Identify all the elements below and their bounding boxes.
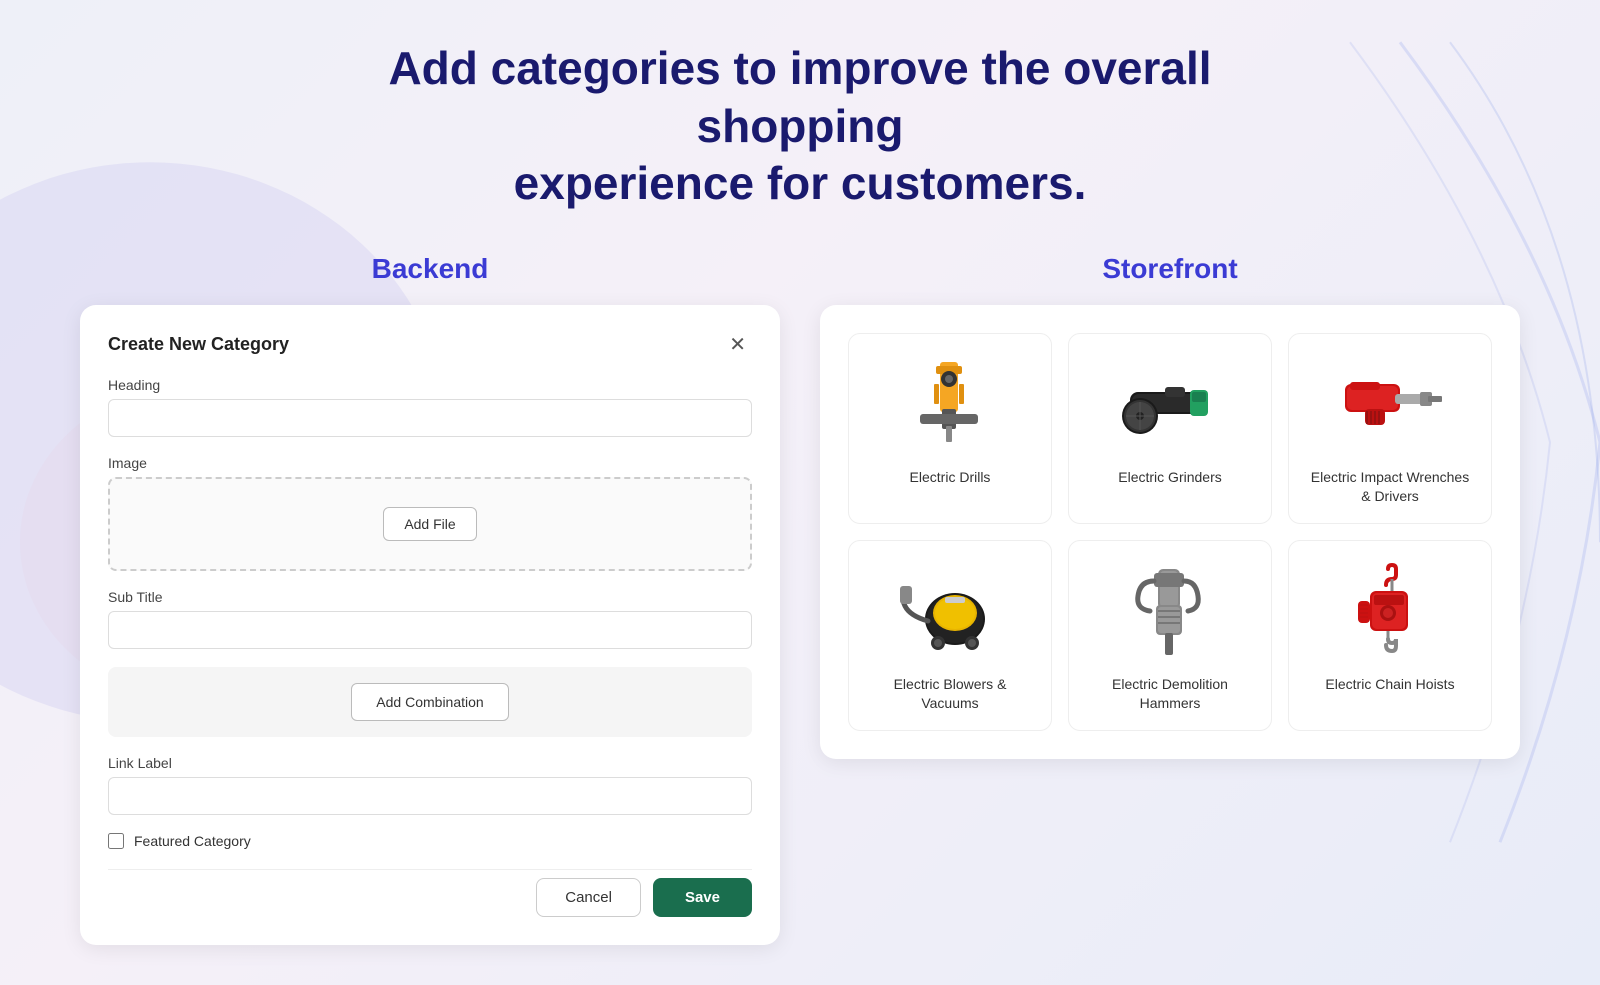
category-card-electric-grinders[interactable]: Electric Grinders	[1068, 333, 1272, 524]
page-title: Add categories to improve the overall sh…	[350, 40, 1250, 213]
subtitle-group: Sub Title	[108, 589, 752, 649]
heading-group: Heading	[108, 377, 752, 437]
storefront-label: Storefront	[820, 253, 1520, 285]
backend-column: Backend Create New Category ✕ Heading Im…	[80, 253, 780, 945]
link-label-input[interactable]	[108, 777, 752, 815]
category-card-electric-blowers[interactable]: Electric Blowers & Vacuums	[848, 540, 1052, 731]
featured-category-checkbox[interactable]	[108, 833, 124, 849]
panel-header: Create New Category ✕	[108, 333, 752, 357]
category-image-wrench	[1330, 354, 1450, 454]
create-category-panel: Create New Category ✕ Heading Image Add …	[80, 305, 780, 945]
combination-area: Add Combination	[108, 667, 752, 737]
image-group: Image Add File	[108, 455, 752, 571]
cancel-button[interactable]: Cancel	[536, 878, 641, 917]
category-image-grinder	[1110, 354, 1230, 454]
category-name-electric-impact-wrenches: Electric Impact Wrenches & Drivers	[1305, 468, 1475, 507]
featured-category-label: Featured Category	[134, 833, 251, 849]
category-name-electric-demolition-hammers: Electric Demolition Hammers	[1085, 675, 1255, 714]
add-combination-button[interactable]: Add Combination	[351, 683, 508, 721]
image-upload-area[interactable]: Add File	[108, 477, 752, 571]
link-label-group: Link Label	[108, 755, 752, 815]
category-image-vacuum	[890, 561, 1010, 661]
panel-title: Create New Category	[108, 334, 289, 355]
category-image-drill	[890, 354, 1010, 454]
close-button[interactable]: ✕	[723, 333, 752, 357]
add-file-button[interactable]: Add File	[383, 507, 476, 541]
category-image-hoist	[1330, 561, 1450, 661]
category-name-electric-chain-hoists: Electric Chain Hoists	[1325, 675, 1454, 695]
category-card-electric-impact-wrenches[interactable]: Electric Impact Wrenches & Drivers	[1288, 333, 1492, 524]
category-card-electric-drills[interactable]: Electric Drills	[848, 333, 1052, 524]
form-actions: Cancel Save	[108, 869, 752, 917]
subtitle-input[interactable]	[108, 611, 752, 649]
storefront-column: Storefront	[820, 253, 1520, 759]
backend-label: Backend	[80, 253, 780, 285]
heading-input[interactable]	[108, 399, 752, 437]
link-label-label: Link Label	[108, 755, 752, 771]
image-label: Image	[108, 455, 752, 471]
subtitle-label: Sub Title	[108, 589, 752, 605]
category-grid: Electric Drills	[848, 333, 1492, 731]
category-name-electric-drills: Electric Drills	[910, 468, 991, 488]
category-card-electric-demolition-hammers[interactable]: Electric Demolition Hammers	[1068, 540, 1272, 731]
category-name-electric-grinders: Electric Grinders	[1118, 468, 1221, 488]
save-button[interactable]: Save	[653, 878, 752, 917]
featured-category-row: Featured Category	[108, 833, 752, 849]
heading-label: Heading	[108, 377, 752, 393]
category-card-electric-chain-hoists[interactable]: Electric Chain Hoists	[1288, 540, 1492, 731]
category-image-hammer	[1110, 561, 1230, 661]
category-name-electric-blowers: Electric Blowers & Vacuums	[865, 675, 1035, 714]
storefront-panel: Electric Drills	[820, 305, 1520, 759]
